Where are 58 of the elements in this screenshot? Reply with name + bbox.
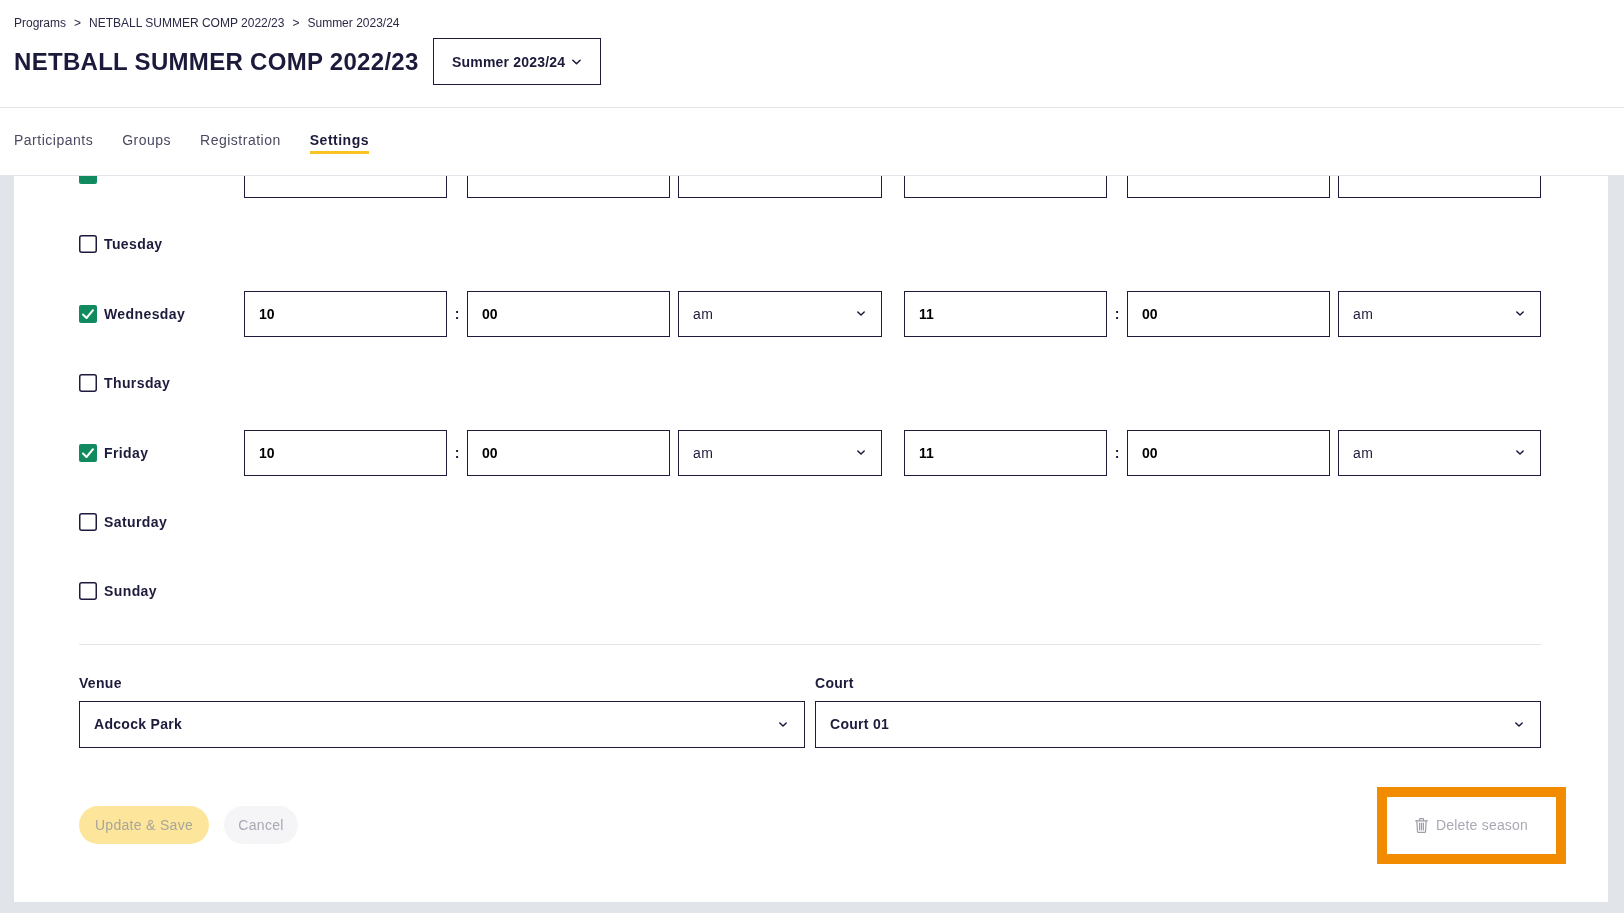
chevron-down-icon <box>857 311 865 317</box>
period-select[interactable] <box>678 176 882 198</box>
period-select[interactable]: am <box>678 429 882 476</box>
minute-input[interactable]: 00 <box>467 429 670 476</box>
chevron-down-icon <box>1516 450 1524 456</box>
day-label: Sunday <box>104 583 157 600</box>
hour-input[interactable]: 10 <box>244 290 447 337</box>
chevron-down-icon <box>779 721 787 727</box>
time-separator: : <box>1113 444 1121 461</box>
time-separator: : <box>1113 305 1121 322</box>
minute-input[interactable] <box>467 176 670 198</box>
breadcrumb-link[interactable]: NETBALL SUMMER COMP 2022/23 <box>89 15 285 31</box>
checkbox[interactable] <box>79 176 97 184</box>
hour-input[interactable]: 11 <box>904 290 1107 337</box>
chevron-down-icon <box>857 450 865 456</box>
dropdown-select[interactable]: Adcock Park <box>79 700 805 748</box>
tab[interactable]: Participants <box>14 131 94 154</box>
time-separator: : <box>453 444 461 461</box>
field-label: Venue <box>79 674 122 692</box>
period-select[interactable]: am <box>1338 429 1541 476</box>
period-select[interactable] <box>1338 176 1541 198</box>
day-label: Friday <box>104 444 149 461</box>
hour-input[interactable]: 11 <box>904 429 1107 476</box>
breadcrumb-link[interactable]: Programs <box>14 15 66 31</box>
tab[interactable]: Settings <box>309 131 369 154</box>
checkbox[interactable] <box>79 582 97 601</box>
tab[interactable]: Registration <box>200 131 281 154</box>
trash-icon <box>1414 817 1428 833</box>
field-label: Court <box>815 674 854 692</box>
tab[interactable]: Groups <box>122 131 172 154</box>
checkbox[interactable] <box>79 304 97 323</box>
season-dropdown[interactable]: Summer 2023/24 <box>432 38 601 85</box>
hour-input[interactable] <box>244 176 447 198</box>
day-label: Tuesday <box>104 236 163 253</box>
checkbox[interactable] <box>79 512 97 531</box>
page-title: NETBALL SUMMER COMP 2022/23 <box>14 46 419 77</box>
minute-input[interactable]: 00 <box>1127 429 1330 476</box>
minute-input[interactable] <box>1127 176 1330 198</box>
checkbox[interactable] <box>79 443 97 462</box>
checkbox[interactable] <box>79 235 97 254</box>
minute-input[interactable]: 00 <box>467 290 670 337</box>
period-select[interactable]: am <box>678 290 882 337</box>
chevron-down-icon <box>572 58 582 65</box>
hour-input[interactable] <box>904 176 1107 198</box>
period-select[interactable]: am <box>1338 290 1541 337</box>
day-label: Saturday <box>104 513 168 530</box>
chevron-down-icon <box>1516 311 1524 317</box>
day-label: Thursday <box>104 375 171 392</box>
time-separator: : <box>453 305 461 322</box>
dropdown-select[interactable]: Court 01 <box>815 700 1541 748</box>
day-label: Wednesday <box>104 305 186 322</box>
breadcrumb-current: Summer 2023/24 <box>307 15 400 31</box>
breadcrumb-separator: > <box>74 15 82 31</box>
hour-input[interactable]: 10 <box>244 429 447 476</box>
chevron-down-icon <box>1515 721 1523 727</box>
checkbox[interactable] <box>79 374 97 393</box>
breadcrumb-separator: > <box>292 15 300 31</box>
minute-input[interactable]: 00 <box>1127 290 1330 337</box>
